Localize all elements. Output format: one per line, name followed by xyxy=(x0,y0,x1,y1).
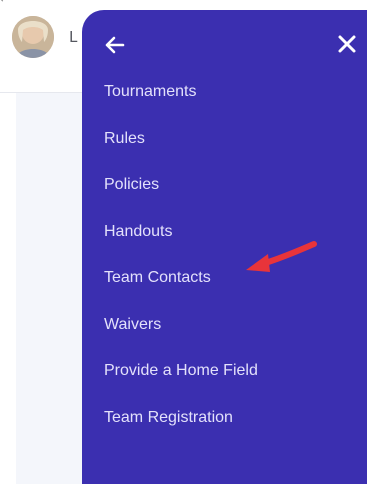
arrow-left-icon[interactable] xyxy=(102,32,128,58)
menu-list: Tournaments Rules Policies Handouts Team… xyxy=(104,80,258,452)
menu-item-waivers[interactable]: Waivers xyxy=(104,313,258,360)
menu-item-provide-home-field[interactable]: Provide a Home Field xyxy=(104,359,258,406)
page: L ЛВ Tournaments Rules Policies Handouts… xyxy=(0,0,367,484)
red-arrow-icon xyxy=(246,241,317,272)
menu-item-policies[interactable]: Policies xyxy=(104,173,258,220)
menu-item-team-contacts[interactable]: Team Contacts xyxy=(104,266,258,313)
avatar[interactable] xyxy=(12,16,54,58)
menu-item-tournaments[interactable]: Tournaments xyxy=(104,80,258,127)
menu-item-handouts[interactable]: Handouts xyxy=(104,220,258,267)
nav-drawer: Tournaments Rules Policies Handouts Team… xyxy=(82,10,367,484)
menu-item-rules[interactable]: Rules xyxy=(104,127,258,174)
page-margin xyxy=(0,93,16,484)
drawer-header xyxy=(82,10,367,80)
menu-item-team-registration[interactable]: Team Registration xyxy=(104,406,258,453)
close-icon[interactable] xyxy=(335,32,359,56)
user-name[interactable]: L xyxy=(69,28,77,46)
